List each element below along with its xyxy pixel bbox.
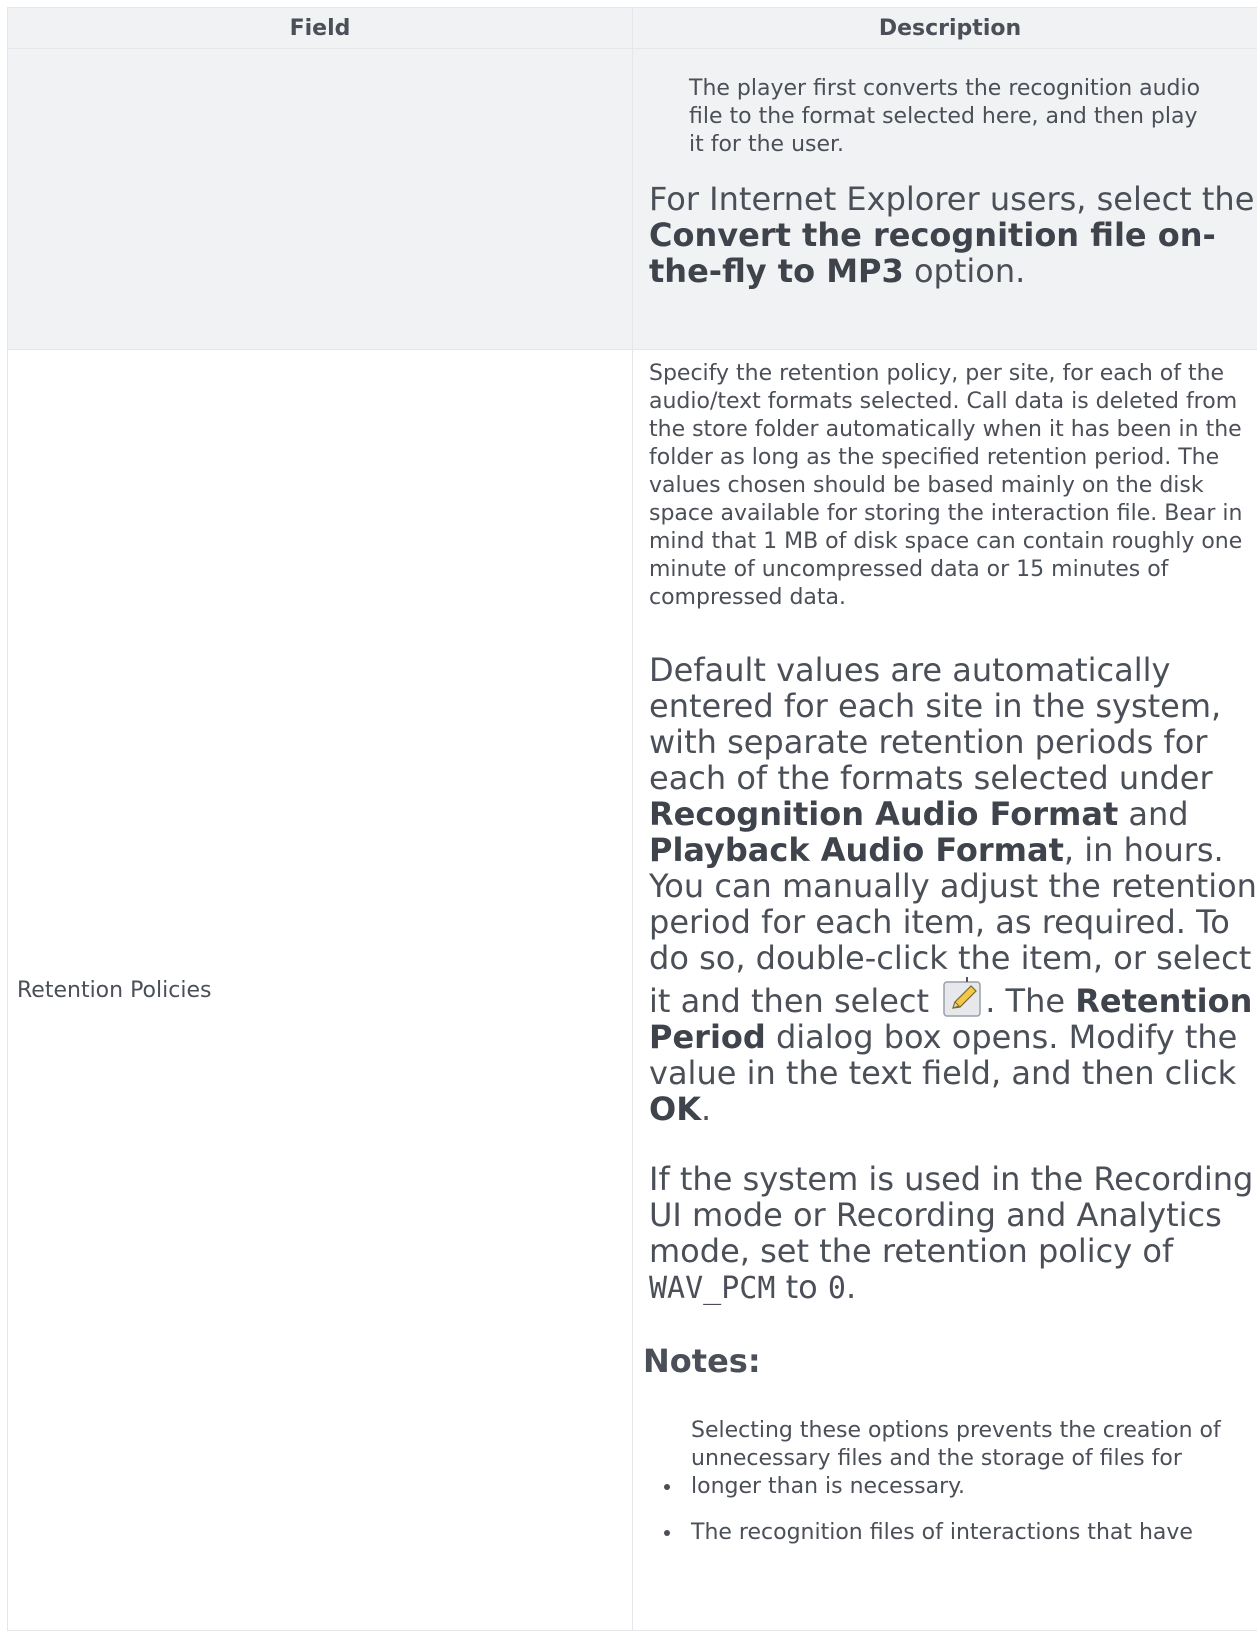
notes-heading: Notes: (643, 1343, 1257, 1379)
text-run: option. (904, 252, 1026, 290)
internet-explorer-note: For Internet Explorer users, select the … (643, 181, 1257, 289)
text-run: Default values are automatically entered… (649, 651, 1221, 797)
description-cell: Specify the retention policy, per site, … (633, 350, 1257, 1631)
text-run: . (701, 1090, 711, 1128)
field-cell (8, 49, 633, 350)
field-description-table: Field Description The player first conve… (7, 7, 1257, 1631)
notes-list: Selecting these options prevents the cre… (643, 1417, 1257, 1547)
retention-policy-intro: Specify the retention policy, per site, … (643, 360, 1257, 612)
table-row: The player first converts the recognitio… (8, 49, 1257, 350)
text-run: . (846, 1268, 856, 1306)
header-field: Field (8, 8, 633, 49)
list-item: The recognition files of interactions th… (683, 1519, 1257, 1547)
bold-setting-name: Playback Audio Format (649, 831, 1064, 869)
note-text: Selecting these options prevents the cre… (683, 1417, 1257, 1501)
table-row: Retention Policies Specify the retention… (8, 350, 1257, 1631)
recording-mode-paragraph: If the system is used in the Recording U… (643, 1161, 1257, 1307)
note-text: The recognition files of interactions th… (683, 1519, 1193, 1547)
code-value: 0 (828, 1271, 846, 1306)
bold-setting-name: Recognition Audio Format (649, 795, 1118, 833)
text-run: For Internet Explorer users, select the (649, 180, 1254, 218)
pencil-icon (943, 976, 985, 1018)
recognition-conversion-note: The player first converts the recognitio… (643, 75, 1257, 159)
header-description: Description (633, 8, 1257, 49)
table-header-row: Field Description (8, 8, 1257, 49)
description-cell: The player first converts the recognitio… (633, 49, 1257, 350)
text-run: . The (985, 982, 1075, 1020)
default-values-paragraph: Default values are automatically entered… (643, 652, 1257, 1127)
field-cell: Retention Policies (8, 350, 633, 1631)
text-run: to (775, 1268, 827, 1306)
code-format-name: WAV_PCM (649, 1271, 775, 1306)
text-run: If the system is used in the Recording U… (649, 1160, 1253, 1270)
text-run: and (1118, 795, 1188, 833)
list-item: Selecting these options prevents the cre… (683, 1417, 1257, 1501)
bold-button-name: OK (649, 1090, 701, 1128)
